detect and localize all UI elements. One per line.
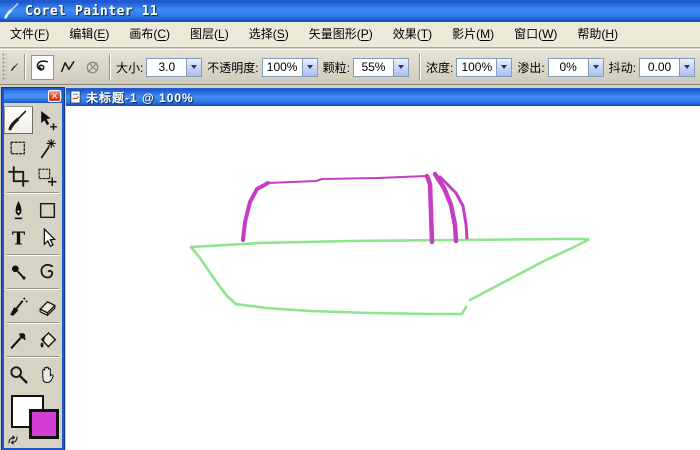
menu-select[interactable]: 选择(S) — [239, 22, 299, 47]
toolbox-titlebar[interactable]: ✕ — [4, 90, 62, 103]
selection-adjuster-tool[interactable] — [33, 162, 62, 190]
bleed-value[interactable]: 0% — [547, 57, 589, 77]
menu-effects[interactable]: 效果(T) — [383, 22, 442, 47]
grain-value[interactable]: 55% — [352, 57, 394, 77]
cloner-tool[interactable] — [4, 258, 33, 286]
boat-sketch — [189, 171, 590, 316]
menu-layers[interactable]: 图层(L) — [180, 22, 239, 47]
toolbar-separator — [418, 54, 421, 80]
bleed-dropdown-arrow[interactable] — [588, 57, 604, 77]
menu-window[interactable]: 窗口(W) — [504, 22, 567, 47]
grain-label: 颗粒: — [322, 60, 350, 75]
rectangular-shape-tool[interactable] — [33, 196, 62, 224]
toolbox-palette: ✕ T — [2, 88, 64, 450]
toolbox-divider — [7, 322, 59, 324]
boat-hull-right-edge — [468, 238, 590, 302]
stroke-options-button-disabled[interactable] — [81, 55, 104, 80]
crop-tool[interactable] — [4, 162, 33, 190]
jitter-field: 抖动: 0.00 — [608, 57, 695, 77]
resat-label: 浓度: — [425, 60, 454, 75]
toolbox-divider — [7, 192, 59, 194]
color-swatch-area — [4, 394, 62, 450]
magnifier-tool[interactable] — [4, 360, 33, 388]
size-field: 大小: 3.0 — [115, 57, 203, 77]
text-tool[interactable]: T — [4, 224, 33, 252]
app-titlebar[interactable]: Corel Painter 11 — [0, 0, 700, 22]
property-bar: 大小: 3.0 不透明度: 100% 颗粒: 55% 浓度: 100% 渗出: 0% 抖动: 0.00 — [0, 49, 700, 85]
document-window: 未标题-1 @ 100% — [66, 88, 700, 450]
toolbox-close-button[interactable]: ✕ — [48, 90, 61, 102]
menu-help[interactable]: 帮助(H) — [567, 22, 628, 47]
swap-colors-icon[interactable] — [7, 434, 19, 446]
pen-tool[interactable] — [4, 196, 33, 224]
grain-field: 颗粒: 55% — [322, 57, 409, 77]
color-swatch-front[interactable] — [29, 409, 59, 439]
menubar: 文件(F) 编辑(E) 画布(C) 图层(L) 选择(S) 矢量图形(P) 效果(T) 影片(… — [0, 22, 700, 48]
drawing-canvas[interactable] — [66, 106, 700, 450]
boat-hull-top-line — [189, 237, 590, 249]
document-titlebar[interactable]: 未标题-1 @ 100% — [66, 88, 700, 106]
resat-field: 浓度: 100% — [425, 57, 513, 77]
bleed-field: 渗出: 0% — [517, 57, 604, 77]
grain-dropdown-arrow[interactable] — [393, 57, 409, 77]
menu-edit[interactable]: 编辑(E) — [59, 22, 119, 47]
toolbox-divider — [7, 254, 59, 256]
toolbar-grip-handle[interactable] — [2, 53, 7, 81]
size-value[interactable]: 3.0 — [146, 57, 188, 77]
toolbar-separator — [108, 54, 111, 80]
layer-adjuster-tool[interactable] — [33, 106, 62, 134]
toolbox-divider — [7, 356, 59, 358]
rectangular-selection-tool[interactable] — [4, 134, 33, 162]
menu-canvas[interactable]: 画布(C) — [119, 22, 180, 47]
boat-hull-left-bottom — [189, 245, 468, 316]
opacity-dropdown-arrow[interactable] — [302, 57, 318, 77]
rotate-page-tool[interactable] — [33, 258, 62, 286]
bleed-label: 渗出: — [517, 60, 545, 75]
grabber-hand-tool[interactable] — [33, 360, 62, 388]
jitter-label: 抖动: — [608, 60, 636, 75]
cabin-roof-line — [267, 175, 428, 184]
dropper-tool[interactable] — [4, 326, 33, 354]
magic-wand-tool[interactable] — [33, 134, 62, 162]
app-title: Corel Painter 11 — [25, 3, 159, 19]
opacity-value[interactable]: 100% — [261, 57, 303, 77]
svg-text:T: T — [12, 228, 26, 249]
jitter-dropdown-arrow[interactable] — [680, 57, 695, 77]
resat-dropdown-arrow[interactable] — [497, 57, 513, 77]
app-brush-icon — [4, 3, 19, 19]
paint-bucket-tool[interactable] — [33, 326, 62, 354]
cabin-right-post-1 — [424, 173, 435, 245]
jitter-value[interactable]: 0.00 — [639, 57, 680, 77]
menu-shapes[interactable]: 矢量图形(P) — [299, 22, 383, 47]
corel-painter-app: Corel Painter 11 文件(F) 编辑(E) 画布(C) 图层(L) 选择(… — [0, 0, 700, 450]
toolbox-divider — [7, 288, 59, 290]
size-dropdown-arrow[interactable] — [187, 57, 203, 77]
opacity-label: 不透明度: — [207, 60, 259, 75]
toolbar-separator — [23, 54, 26, 80]
shape-selection-tool[interactable] — [33, 224, 62, 252]
eraser-tool[interactable] — [33, 292, 62, 320]
document-title: 未标题-1 @ 100% — [86, 90, 194, 105]
scratchboard-pen-tool[interactable] — [4, 292, 33, 320]
menu-movie[interactable]: 影片(M) — [442, 22, 504, 47]
straight-line-stroke-button[interactable] — [56, 55, 79, 80]
brush-category-icon — [10, 63, 18, 71]
size-label: 大小: — [115, 60, 144, 75]
document-icon — [70, 90, 81, 104]
freehand-stroke-button[interactable] — [30, 54, 54, 80]
cabin-left-wall — [241, 181, 270, 242]
brush-tool[interactable] — [4, 106, 33, 134]
opacity-field: 不透明度: 100% — [207, 57, 318, 77]
menu-file[interactable]: 文件(F) — [0, 22, 59, 47]
resat-value[interactable]: 100% — [456, 57, 498, 77]
